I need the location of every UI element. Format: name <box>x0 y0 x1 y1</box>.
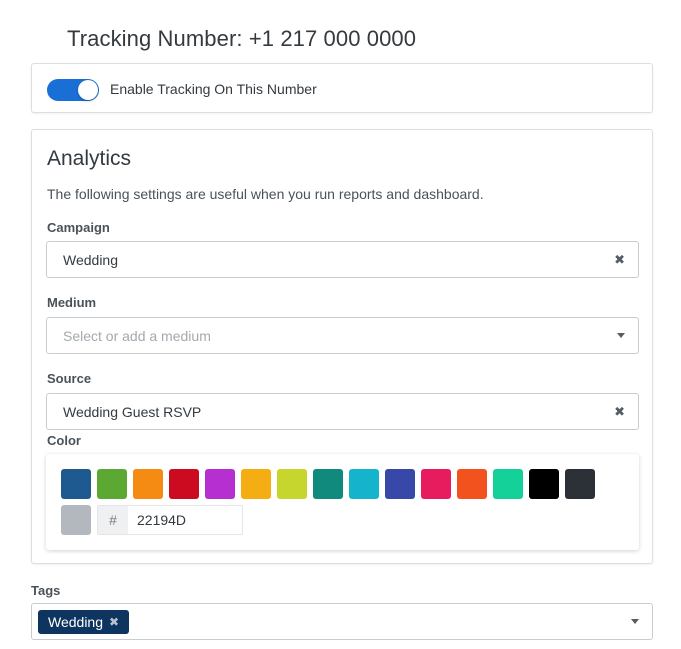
color-swatch[interactable] <box>457 469 487 499</box>
analytics-title: Analytics <box>47 147 132 170</box>
enable-tracking-label: Enable Tracking On This Number <box>110 81 317 97</box>
source-select[interactable]: Wedding Guest RSVP ✖ <box>46 393 639 430</box>
analytics-description: The following settings are useful when y… <box>47 186 484 202</box>
color-swatch[interactable] <box>61 505 91 535</box>
color-swatch[interactable] <box>529 469 559 499</box>
hex-field: # <box>97 505 243 535</box>
chevron-down-icon[interactable] <box>631 619 639 624</box>
color-swatch[interactable] <box>313 469 343 499</box>
campaign-select[interactable]: Wedding ✖ <box>46 241 639 278</box>
close-icon[interactable]: ✖ <box>109 610 119 634</box>
color-swatch[interactable] <box>565 469 595 499</box>
hex-prefix: # <box>98 506 128 534</box>
color-swatch[interactable] <box>169 469 199 499</box>
source-value: Wedding Guest RSVP <box>63 404 202 420</box>
color-picker: # <box>46 454 639 550</box>
color-swatch[interactable] <box>493 469 523 499</box>
color-swatch[interactable] <box>385 469 415 499</box>
source-label: Source <box>47 371 92 386</box>
campaign-value: Wedding <box>63 252 119 268</box>
hex-color-input[interactable] <box>129 506 242 534</box>
color-swatch[interactable] <box>421 469 451 499</box>
tracking-toggle-card: Enable Tracking On This Number <box>31 63 653 113</box>
medium-placeholder: Select or add a medium <box>63 328 211 344</box>
color-swatch[interactable] <box>277 469 307 499</box>
clear-icon[interactable]: ✖ <box>614 252 625 268</box>
enable-tracking-toggle[interactable] <box>47 79 99 101</box>
color-swatch[interactable] <box>133 469 163 499</box>
color-swatch[interactable] <box>241 469 271 499</box>
toggle-knob <box>78 80 98 100</box>
page-title: Tracking Number: +1 217 000 0000 <box>67 26 417 51</box>
color-swatch[interactable] <box>349 469 379 499</box>
tags-label: Tags <box>31 583 61 598</box>
tags-select[interactable]: Wedding ✖ <box>31 603 653 640</box>
medium-label: Medium <box>47 295 97 310</box>
color-swatch[interactable] <box>97 469 127 499</box>
medium-select[interactable]: Select or add a medium <box>46 317 639 354</box>
color-swatch[interactable] <box>61 469 91 499</box>
analytics-card: Analytics The following settings are use… <box>31 129 653 564</box>
chevron-down-icon[interactable] <box>617 333 625 338</box>
color-swatch[interactable] <box>205 469 235 499</box>
campaign-label: Campaign <box>47 220 110 235</box>
tag-label: Wedding <box>48 614 104 630</box>
clear-icon[interactable]: ✖ <box>614 404 625 420</box>
tag-chip: Wedding ✖ <box>38 610 130 634</box>
color-label: Color <box>47 433 81 448</box>
